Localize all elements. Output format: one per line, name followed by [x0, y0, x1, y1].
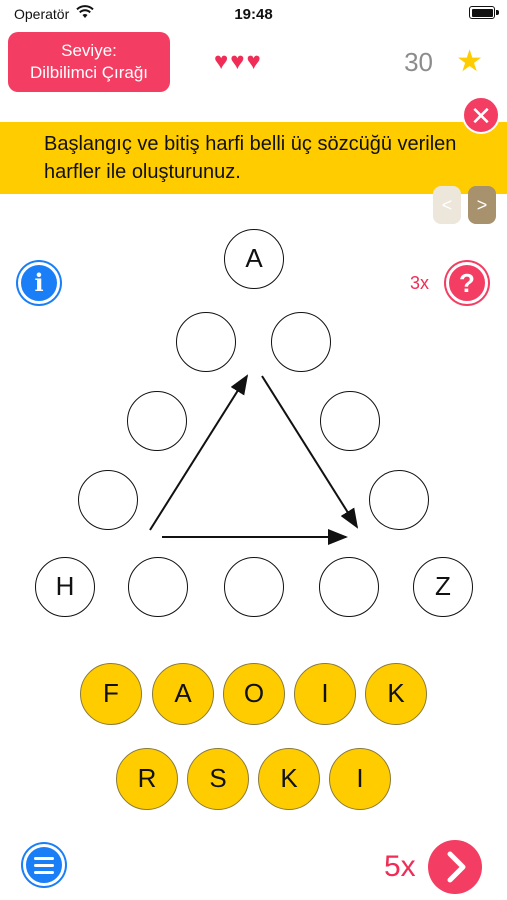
next-button[interactable] [428, 840, 482, 894]
slot-bottom-3[interactable] [319, 557, 379, 617]
slot-right-letter: Z [413, 557, 473, 617]
letter-tile[interactable]: S [187, 748, 249, 810]
slot-right-2[interactable] [320, 391, 380, 451]
letter-tile[interactable]: I [294, 663, 356, 725]
letter-tile[interactable]: F [80, 663, 142, 725]
slot-left-letter: H [35, 557, 95, 617]
slot-left-1[interactable] [176, 312, 236, 372]
triangle-arrows [149, 374, 359, 545]
skip-count: 5x [384, 850, 416, 883]
slot-left-3[interactable] [78, 470, 138, 530]
chevron-right-icon [447, 851, 466, 883]
slot-right-1[interactable] [271, 312, 331, 372]
slot-top-letter: A [224, 229, 284, 289]
letter-tile[interactable]: R [116, 748, 178, 810]
letter-tile[interactable]: K [365, 663, 427, 725]
slot-bottom-1[interactable] [128, 557, 188, 617]
letter-tile[interactable]: O [223, 663, 285, 725]
menu-icon[interactable] [23, 844, 65, 886]
letter-tile[interactable]: I [329, 748, 391, 810]
letter-tile[interactable]: A [152, 663, 214, 725]
slot-left-2[interactable] [127, 391, 187, 451]
letter-tile[interactable]: K [258, 748, 320, 810]
slot-right-3[interactable] [369, 470, 429, 530]
slot-bottom-2[interactable] [224, 557, 284, 617]
